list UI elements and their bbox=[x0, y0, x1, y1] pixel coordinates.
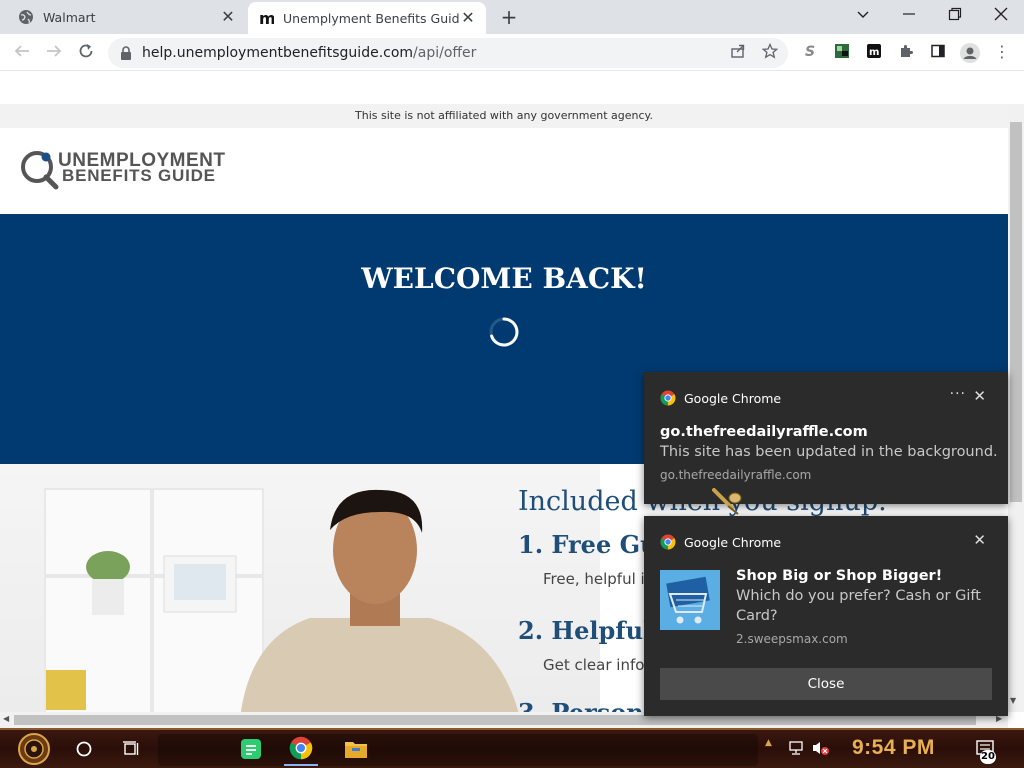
notification-title: go.thefreedailyraffle.com bbox=[660, 424, 868, 440]
tab-title: Unemplyment Benefits Guide bbox=[283, 10, 460, 26]
chevron-up-icon[interactable]: ▲ bbox=[765, 738, 772, 748]
back-arrow-icon[interactable] bbox=[11, 42, 33, 64]
url-text: help.unemploymentbenefitsguide.com/api/o… bbox=[142, 45, 476, 61]
notification-body: This site has been updated in the backgr… bbox=[660, 444, 998, 460]
reload-icon[interactable] bbox=[75, 42, 97, 64]
loading-spinner-icon bbox=[489, 317, 519, 347]
network-icon[interactable] bbox=[786, 736, 808, 760]
notification-source: go.thefreedailyraffle.com bbox=[660, 468, 812, 482]
url-path: /api/offer bbox=[413, 45, 477, 61]
chrome-taskbar-icon[interactable] bbox=[284, 732, 318, 766]
m-extension-icon[interactable]: m bbox=[865, 43, 883, 61]
notification-header: Google Chrome bbox=[660, 534, 781, 550]
new-tab-button[interactable]: + bbox=[498, 7, 520, 27]
tab-search-icon[interactable] bbox=[850, 6, 876, 26]
taskbar-clock[interactable]: 9:54 PM bbox=[852, 736, 935, 760]
restore-button[interactable] bbox=[942, 6, 968, 26]
tab-close-icon[interactable]: ✕ bbox=[460, 10, 476, 26]
magnifier-logo-icon bbox=[21, 151, 59, 190]
vertical-scroll-thumb[interactable] bbox=[1010, 122, 1022, 502]
horizontal-scroll-thumb[interactable] bbox=[14, 715, 976, 725]
steampunk-start-icon bbox=[18, 733, 50, 765]
puzzle-extensions-icon[interactable] bbox=[897, 43, 915, 61]
s-extension-icon[interactable]: S bbox=[801, 43, 819, 61]
chrome-icon bbox=[660, 534, 676, 550]
notification-title: Shop Big or Shop Bigger! bbox=[736, 568, 943, 584]
notification-sweepstakes[interactable]: Google Chrome ✕ Shop Big or Shop Bigger!… bbox=[644, 516, 1008, 716]
cursor-icon bbox=[712, 488, 742, 515]
forward-arrow-icon[interactable] bbox=[43, 42, 65, 64]
notification-body-line1: Which do you prefer? Cash or Gift bbox=[736, 588, 981, 604]
tab-close-icon[interactable]: ✕ bbox=[220, 9, 236, 25]
tab-title: Walmart bbox=[43, 9, 96, 25]
close-window-button[interactable] bbox=[988, 6, 1014, 26]
svg-text:m: m bbox=[869, 47, 879, 58]
chrome-icon bbox=[660, 390, 676, 406]
minimize-button[interactable] bbox=[896, 6, 922, 26]
search-circle-icon[interactable] bbox=[70, 735, 98, 763]
lock-icon bbox=[120, 46, 132, 60]
site-header: UNEMPLOYMENT BENEFITS GUIDE bbox=[0, 128, 1008, 214]
scroll-down-arrow-icon[interactable]: ▼ bbox=[1010, 696, 1016, 705]
side-panel-icon[interactable] bbox=[929, 43, 947, 61]
tab-walmart[interactable]: Walmart ✕ bbox=[8, 0, 246, 34]
task-view-icon[interactable] bbox=[117, 735, 145, 763]
notification-source: 2.sweepsmax.com bbox=[736, 632, 848, 646]
notification-close-button[interactable]: Close bbox=[660, 668, 992, 700]
student-photo bbox=[0, 464, 600, 712]
green-app-icon[interactable] bbox=[236, 734, 266, 764]
svg-text:m: m bbox=[259, 10, 274, 26]
profile-avatar-icon[interactable] bbox=[960, 43, 980, 63]
shopping-cart-image bbox=[660, 570, 720, 630]
start-button[interactable] bbox=[10, 732, 58, 766]
tab-unemployment-guide[interactable]: m Unemplyment Benefits Guide ✕ bbox=[248, 2, 486, 34]
volume-muted-icon[interactable] bbox=[810, 736, 832, 760]
hero-title: WELCOME BACK! bbox=[361, 262, 647, 295]
notification-body-line2: Card? bbox=[736, 608, 778, 624]
notification-app-name: Google Chrome bbox=[684, 390, 782, 406]
share-icon[interactable] bbox=[729, 43, 747, 61]
notification-close-icon[interactable]: ✕ bbox=[973, 387, 986, 405]
globe-icon bbox=[18, 9, 34, 25]
browser-toolbar: help.unemploymentbenefitsguide.com/api/o… bbox=[0, 34, 1024, 71]
m-logo-icon: m bbox=[258, 10, 274, 26]
notification-count-badge: 20 bbox=[980, 750, 996, 764]
notification-header: Google Chrome bbox=[660, 390, 781, 406]
address-bar[interactable]: help.unemploymentbenefitsguide.com/api/o… bbox=[108, 38, 788, 68]
url-domain: help.unemploymentbenefitsguide.com bbox=[142, 45, 414, 61]
scroll-left-arrow-icon[interactable]: ◀ bbox=[3, 714, 9, 723]
tab-strip: Walmart ✕ m Unemplyment Benefits Guide ✕… bbox=[0, 0, 1024, 34]
kebab-menu-icon[interactable]: ⋮ bbox=[993, 43, 1011, 61]
notification-raffle[interactable]: Google Chrome ··· ✕ go.thefreedailyraffl… bbox=[644, 372, 1008, 504]
more-options-icon[interactable]: ··· bbox=[950, 386, 966, 402]
notification-close-icon[interactable]: ✕ bbox=[973, 531, 986, 549]
notification-app-name: Google Chrome bbox=[684, 534, 782, 550]
disclaimer-banner: This site is not affiliated with any gov… bbox=[0, 104, 1008, 128]
site-logo[interactable]: UNEMPLOYMENT BENEFITS GUIDE bbox=[20, 148, 230, 192]
bookmark-star-icon[interactable] bbox=[761, 42, 779, 61]
taskbar: ▲ 9:54 PM 20 bbox=[0, 728, 1024, 768]
logo-line2: BENEFITS GUIDE bbox=[62, 166, 216, 185]
file-explorer-icon[interactable] bbox=[340, 734, 372, 764]
image-extension-icon[interactable] bbox=[833, 43, 851, 61]
